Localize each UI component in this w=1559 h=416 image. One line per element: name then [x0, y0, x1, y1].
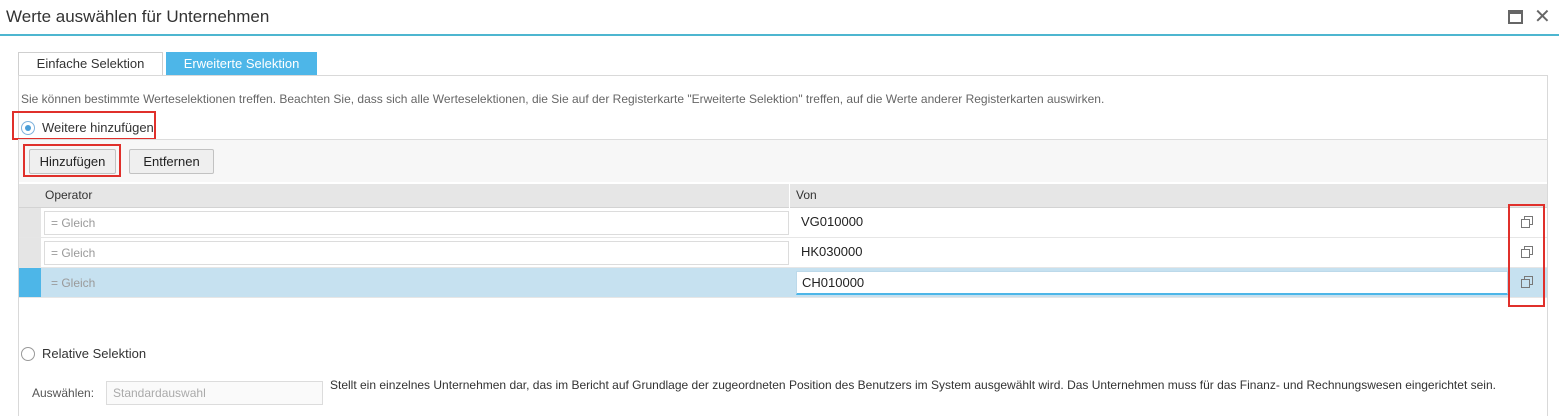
von-field[interactable]: HK030000 — [796, 241, 1508, 265]
highlight-box-add-button — [23, 144, 121, 177]
von-field[interactable]: CH010000 — [796, 271, 1508, 295]
operator-field[interactable]: = Gleich — [44, 211, 789, 235]
row-selector[interactable] — [19, 238, 41, 267]
operator-field[interactable]: = Gleich — [44, 241, 789, 265]
von-field[interactable]: VG010000 — [796, 211, 1508, 235]
tab-erweiterte-selektion[interactable]: Erweiterte Selektion — [166, 52, 317, 76]
select-label: Auswählen: — [32, 386, 95, 400]
tab-einfache-selektion[interactable]: Einfache Selektion — [18, 52, 163, 76]
button-toolbar — [19, 140, 1547, 182]
maximize-icon[interactable] — [1508, 10, 1523, 24]
row-selector[interactable] — [19, 208, 41, 237]
radio-relative-selektion[interactable] — [21, 347, 35, 361]
remove-button[interactable]: Entfernen — [129, 149, 214, 174]
info-text: Sie können bestimmte Werteselektionen tr… — [21, 92, 1105, 106]
close-icon[interactable]: ✕ — [1534, 4, 1551, 28]
highlight-box-weitere — [12, 111, 156, 140]
row-selector[interactable] — [19, 268, 41, 297]
table-row[interactable]: = Gleich VG010000 — [19, 208, 1547, 238]
relative-description: Stellt ein einzelnes Unternehmen dar, da… — [330, 378, 1496, 392]
column-divider — [789, 184, 790, 208]
radio-relative-selektion-label[interactable]: Relative Selektion — [42, 346, 146, 361]
table-row[interactable]: = Gleich HK030000 — [19, 238, 1547, 268]
table-row-selected[interactable]: = Gleich CH010000 — [19, 268, 1547, 298]
operator-field[interactable]: = Gleich — [44, 271, 789, 295]
dialog-titlebar: Werte auswählen für Unternehmen ✕ — [0, 0, 1559, 36]
standard-selection-input[interactable]: Standardauswahl — [106, 381, 323, 405]
table-header: Operator Von — [19, 184, 1547, 208]
highlight-box-copy-icons — [1508, 204, 1545, 307]
dialog-title: Werte auswählen für Unternehmen — [6, 7, 270, 26]
column-header-operator[interactable]: Operator — [45, 188, 92, 202]
column-header-von[interactable]: Von — [796, 188, 817, 202]
